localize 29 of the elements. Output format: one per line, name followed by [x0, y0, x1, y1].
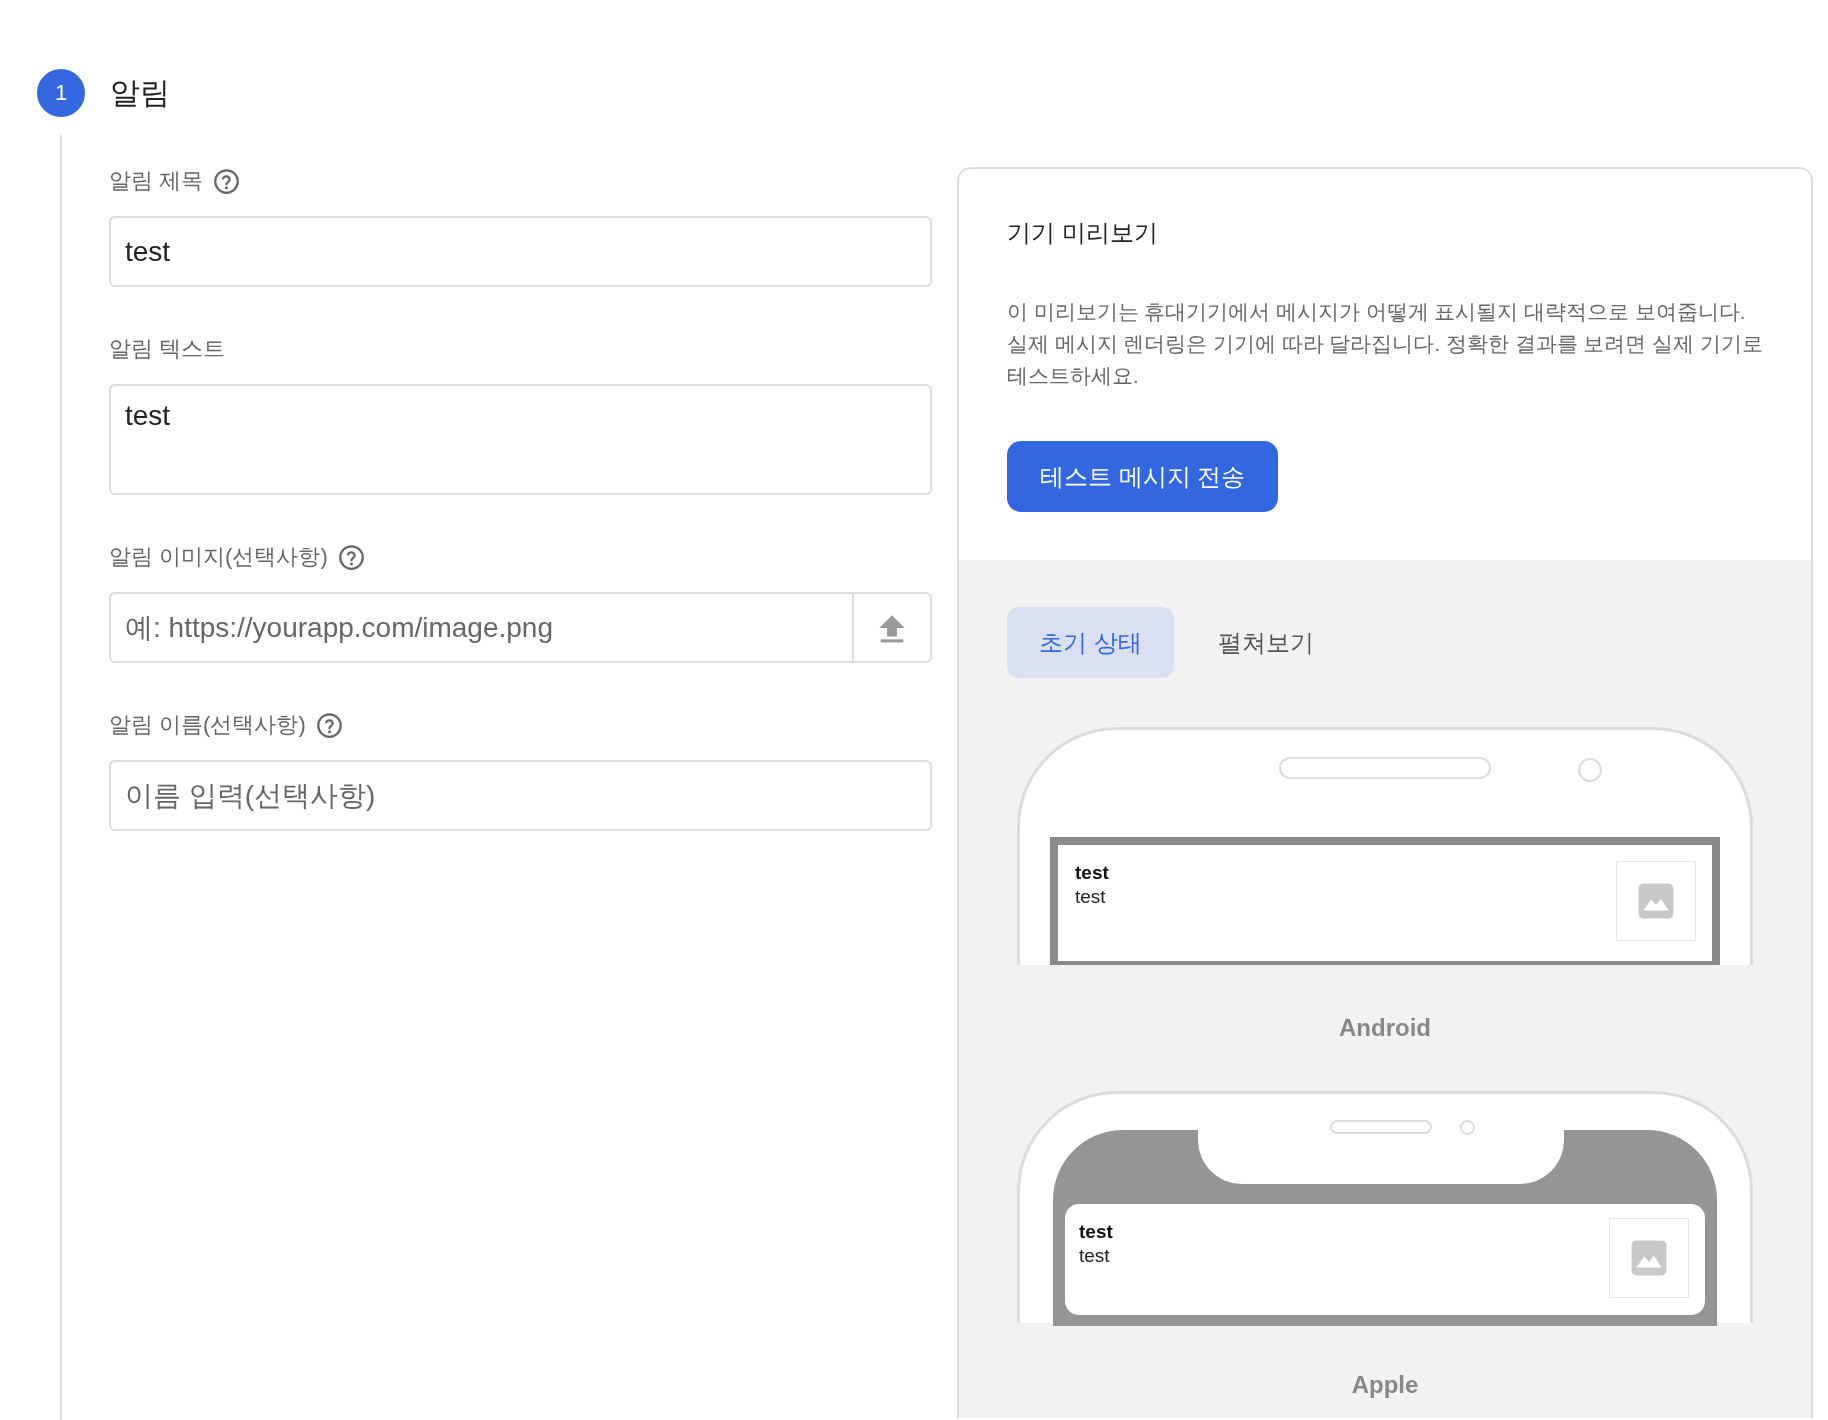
notification-title: test [1079, 1220, 1113, 1244]
camera-dot [1578, 758, 1602, 782]
step-title: 알림 [110, 74, 170, 111]
text-field[interactable]: 이름 입력(선택사항) [109, 760, 932, 831]
notification-body: test [1079, 1244, 1111, 1268]
help-icon[interactable] [337, 543, 365, 571]
field-label: 알림 이미지(선택사항) [109, 543, 328, 571]
device-label: Apple [1351, 1371, 1419, 1399]
image-icon [1630, 1239, 1668, 1277]
field-label: 알림 텍스트 [109, 335, 226, 363]
tab[interactable]: 초기 상태 [1007, 607, 1174, 678]
camera-dot [1460, 1120, 1475, 1135]
tab[interactable]: 펼쳐보기 [1185, 607, 1346, 678]
card-title: 기기 미리보기 [1007, 218, 1159, 248]
notification-title: test [1075, 861, 1109, 885]
field-label: 알림 제목 [109, 167, 204, 195]
notification-body: test [1075, 885, 1107, 909]
description: 이 미리보기는 휴대기기에서 메시지가 어떻게 표시될지 대략적으로 보여줍니다. 실제 메시지 렌더링은 기기에 따라 달라집니다. 정확한 결과를 보려면 실제 기기로 테스트하세요. [1007, 299, 1763, 389]
text-field[interactable]: test [109, 216, 932, 287]
image-icon [1637, 882, 1675, 920]
text-area[interactable]: test [109, 384, 932, 495]
help-icon[interactable] [315, 711, 343, 739]
field-label: 알림 이름(선택사항) [109, 711, 306, 739]
help-icon[interactable] [213, 167, 241, 195]
send-test-button[interactable]: 테스트 메시지 전송 [1007, 441, 1279, 512]
url-field[interactable]: 예: https://yourapp.com/image.png [109, 592, 852, 663]
device-label: Android [1339, 1014, 1431, 1042]
upload-button[interactable] [852, 592, 932, 663]
step-number: 1 [37, 69, 85, 117]
